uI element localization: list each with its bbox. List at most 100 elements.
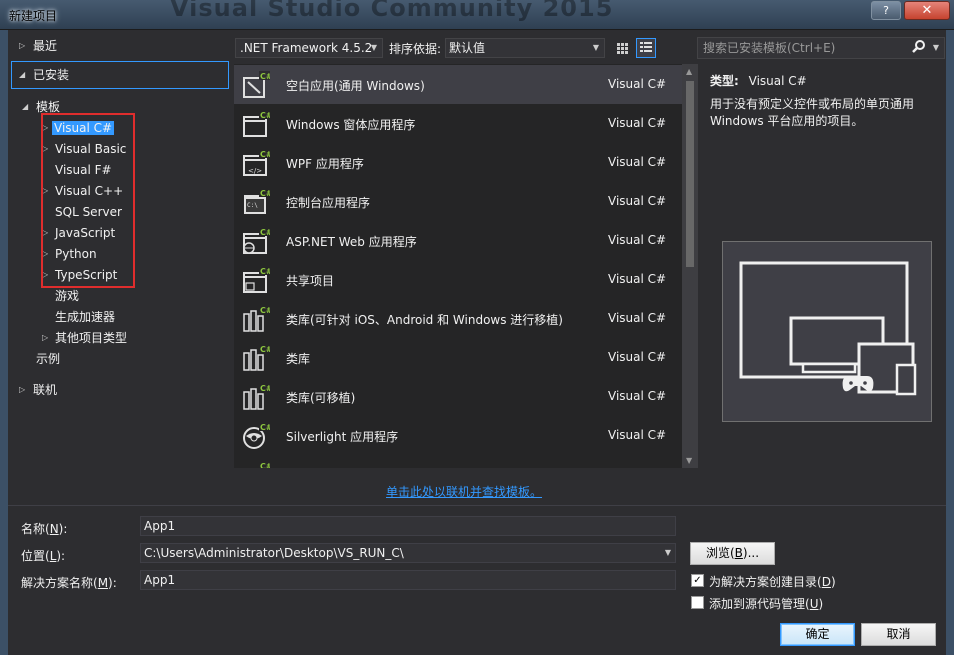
template-row-class-library[interactable]: C# 类库 Visual C#: [234, 338, 682, 377]
dropdown-arrow-icon[interactable]: ▼: [665, 544, 671, 562]
template-icon: C#: [259, 461, 270, 468]
scroll-up-icon[interactable]: ▲: [686, 67, 692, 76]
cancel-button[interactable]: 取消: [861, 623, 936, 646]
template-language: Visual C#: [608, 77, 667, 91]
browse-button[interactable]: 浏览(B)...: [690, 542, 775, 565]
search-input[interactable]: 搜索已安装模板(Ctrl+E) ▼: [697, 37, 945, 59]
template-row-portable-library-xplat[interactable]: C# 类库(可针对 iOS、Android 和 Windows 进行移植) Vi…: [234, 299, 682, 338]
grid-view-button[interactable]: [612, 38, 632, 58]
tree-item-label: 最近: [33, 39, 58, 53]
template-name: Windows 窗体应用程序: [286, 118, 416, 132]
template-language: Visual C#: [608, 350, 667, 364]
type-value: Visual C#: [748, 74, 807, 88]
tree-item-samples[interactable]: 示例: [22, 349, 60, 369]
template-language: Visual C#: [608, 272, 667, 286]
svg-text:C#: C#: [260, 345, 270, 354]
list-view-icon: [640, 42, 652, 52]
search-icon[interactable]: [912, 39, 926, 53]
svg-text:C#: C#: [260, 462, 270, 468]
template-row-shared-project[interactable]: C# 共享项目 Visual C#: [234, 260, 682, 299]
add-to-source-control-checkbox[interactable]: [691, 596, 704, 609]
console-template-icon: C:\ C#: [244, 188, 270, 214]
template-list: C# 空白应用(通用 Windows) Visual C# C# Windows…: [234, 64, 682, 468]
location-value: C:\Users\Administrator\Desktop\VS_RUN_C\: [144, 546, 404, 560]
window-title: 新建项目: [9, 9, 58, 23]
search-placeholder: 搜索已安装模板(Ctrl+E): [703, 41, 836, 55]
scrollbar-thumb[interactable]: [686, 81, 694, 267]
svg-text:C#: C#: [260, 423, 270, 432]
template-row-windows-forms[interactable]: C# Windows 窗体应用程序 Visual C#: [234, 104, 682, 143]
annotation-highlight-box: [41, 113, 135, 288]
svg-text:C#: C#: [260, 228, 270, 237]
tree-item-label: 联机: [33, 383, 58, 397]
tree-item-recent[interactable]: ▷ 最近: [19, 36, 57, 56]
tree-item-label: 模板: [36, 100, 61, 114]
aspnet-template-icon: C#: [243, 227, 270, 254]
template-language: Visual C#: [608, 428, 667, 442]
template-row-portable-library[interactable]: C# 类库(可移植) Visual C#: [234, 377, 682, 416]
list-view-button[interactable]: [636, 38, 656, 58]
template-name: WPF 应用程序: [286, 157, 364, 171]
template-language: Visual C#: [608, 116, 667, 130]
svg-text:C#: C#: [260, 150, 270, 159]
template-row-wpf[interactable]: </> C# WPF 应用程序 Visual C#: [234, 143, 682, 182]
template-name: 类库(可针对 iOS、Android 和 Windows 进行移植): [286, 313, 563, 327]
expand-icon[interactable]: ▷: [42, 328, 52, 348]
template-preview: [722, 241, 932, 422]
help-button[interactable]: ?: [871, 1, 901, 20]
svg-text:C#: C#: [260, 72, 270, 81]
expand-icon[interactable]: ▷: [19, 380, 29, 400]
template-language: Visual C#: [608, 311, 667, 325]
class-library-template-icon: C#: [243, 383, 270, 410]
tree-item-other-project-types[interactable]: ▷ 其他项目类型: [42, 328, 127, 348]
template-row-partial[interactable]: C#: [234, 455, 682, 468]
solution-name-input[interactable]: App1: [140, 570, 676, 590]
collapse-icon[interactable]: ◢: [22, 97, 32, 117]
template-language: Visual C#: [608, 389, 667, 403]
template-name: Silverlight 应用程序: [286, 430, 399, 444]
dropdown-arrow-icon[interactable]: ▼: [933, 38, 939, 58]
tree-item-online[interactable]: ▷ 联机: [19, 380, 57, 400]
template-row-blank-app[interactable]: C# 空白应用(通用 Windows) Visual C#: [234, 65, 682, 104]
tree-item-label: 已安装: [33, 68, 70, 82]
window-frame-left: [0, 30, 8, 655]
template-row-aspnet[interactable]: C# ASP.NET Web 应用程序 Visual C#: [234, 221, 682, 260]
create-directory-checkbox[interactable]: ✓: [691, 574, 704, 587]
tree-item-installed[interactable]: ◢ 已安装: [19, 65, 69, 85]
template-row-console[interactable]: C:\ C# 控制台应用程序 Visual C#: [234, 182, 682, 221]
class-library-template-icon: C#: [243, 305, 270, 332]
template-name: 类库: [286, 352, 311, 366]
sort-dropdown[interactable]: 默认值 ▼: [445, 38, 605, 58]
location-combobox[interactable]: C:\Users\Administrator\Desktop\VS_RUN_C\…: [140, 543, 676, 563]
add-to-source-control-label: 添加到源代码管理(U): [709, 597, 824, 611]
template-language: Visual C#: [608, 194, 667, 208]
name-input[interactable]: App1: [140, 516, 676, 536]
close-button[interactable]: ✕: [904, 1, 950, 20]
ok-button[interactable]: 确定: [780, 623, 855, 646]
background-title: Visual Studio Community 2015: [170, 0, 614, 22]
template-type: 类型: Visual C#: [710, 72, 807, 89]
dropdown-arrow-icon: ▼: [592, 43, 599, 52]
find-templates-online-link[interactable]: 单击此处以联机并查找模板。: [386, 483, 542, 500]
window-frame-right: [946, 30, 954, 655]
tree-item-label: 游戏: [55, 289, 80, 303]
svg-text:C#: C#: [260, 111, 270, 120]
windows-forms-template-icon: C#: [243, 110, 270, 137]
scroll-down-icon[interactable]: ▼: [686, 456, 692, 465]
template-list-scrollbar[interactable]: ▲ ▼: [682, 64, 698, 468]
template-name: ASP.NET Web 应用程序: [286, 235, 417, 249]
title-bar: Visual Studio Community 2015 新建项目 ? ✕: [0, 0, 954, 30]
tree-item-build-accelerator[interactable]: 生成加速器: [42, 307, 115, 327]
template-row-silverlight[interactable]: C# Silverlight 应用程序 Visual C#: [234, 416, 682, 455]
svg-text:C#: C#: [260, 306, 270, 315]
framework-dropdown[interactable]: .NET Framework 4.5.2 ▼: [235, 38, 383, 58]
silverlight-template-icon: C#: [243, 422, 270, 449]
expand-icon[interactable]: ▷: [19, 36, 29, 56]
wpf-template-icon: </> C#: [243, 149, 270, 176]
tree-item-label: 生成加速器: [55, 310, 116, 324]
tree-item-games[interactable]: 游戏: [42, 286, 79, 306]
collapse-icon[interactable]: ◢: [19, 65, 29, 85]
dropdown-arrow-icon: ▼: [370, 43, 377, 52]
location-label: 位置(L):: [21, 549, 66, 563]
tree-item-label: 示例: [36, 352, 61, 366]
